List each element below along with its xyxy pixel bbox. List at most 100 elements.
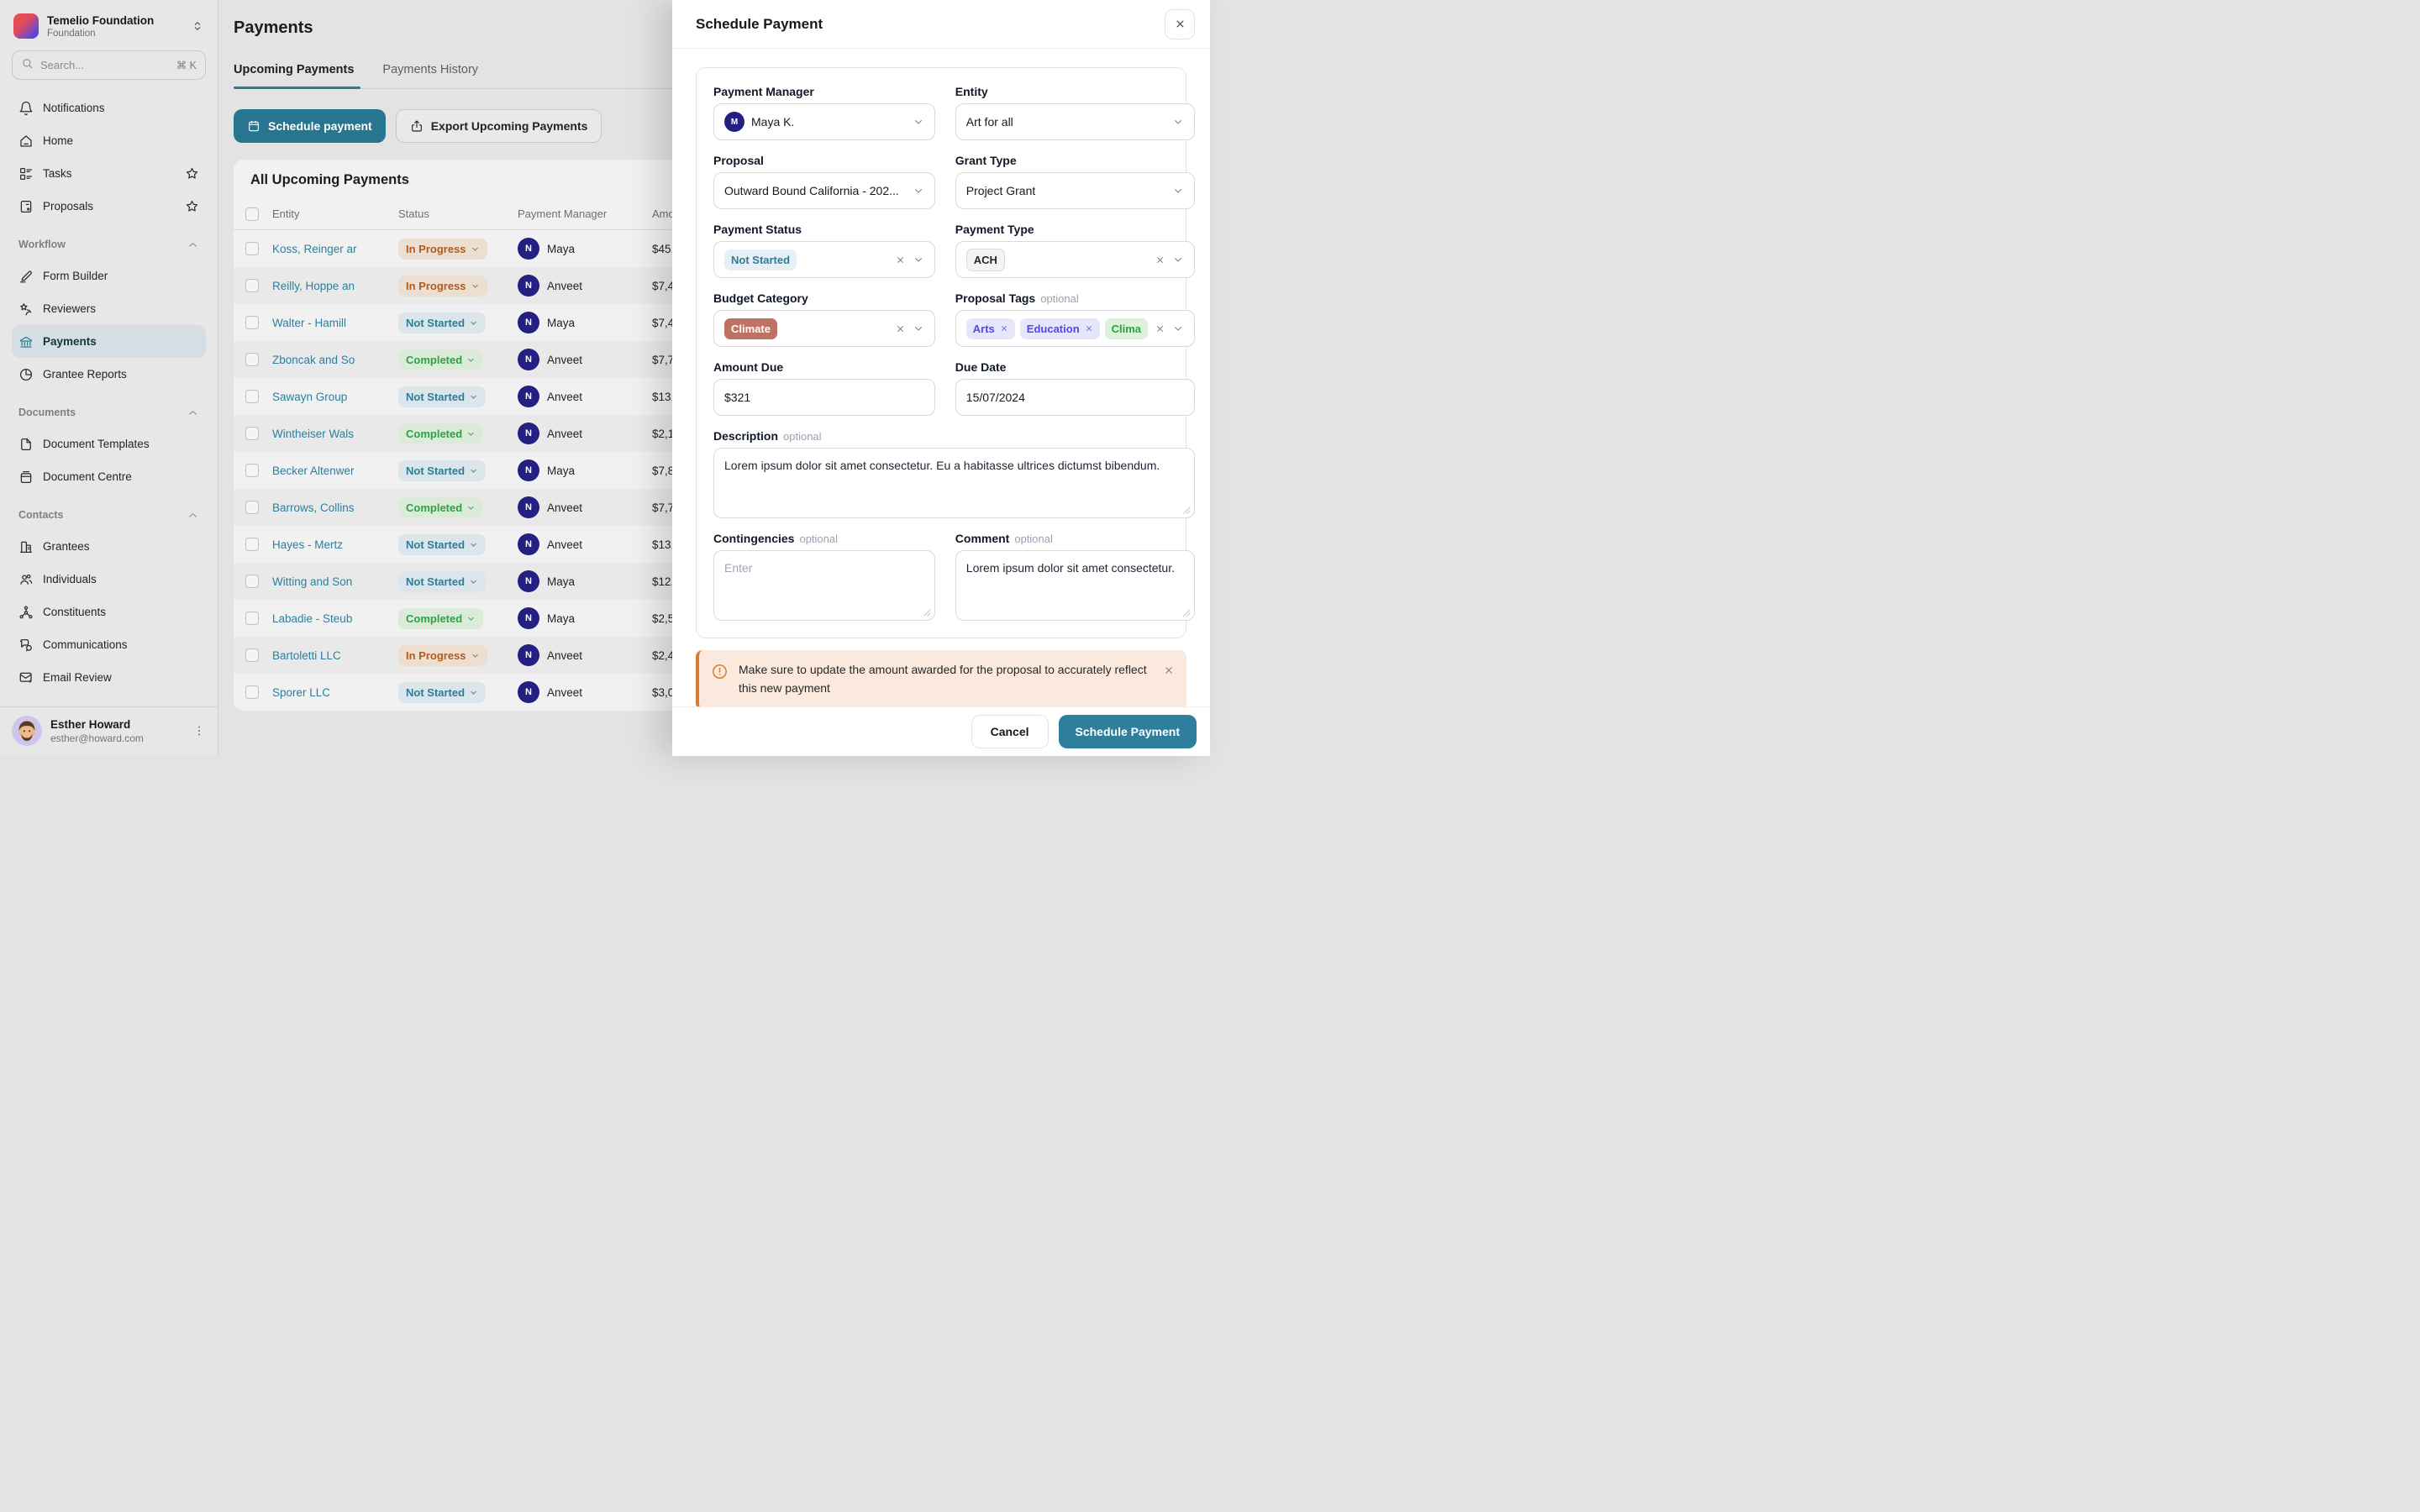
status-dropdown[interactable]: Not Started [398,312,486,333]
resize-handle-icon[interactable] [1182,608,1191,617]
section-workflow[interactable]: Workflow [12,229,206,260]
sidebar-item-reviewers[interactable]: Reviewers [12,292,206,325]
entity-select[interactable]: Art for all [955,103,1195,140]
remove-tag-icon[interactable] [1085,324,1093,333]
org-switcher-chevrons-icon[interactable] [191,19,204,33]
entity-link[interactable]: Witting and Son [272,575,352,588]
sidebar-item-payments[interactable]: Payments [12,325,206,358]
sidebar-item-document-templates[interactable]: Document Templates [12,428,206,460]
row-checkbox[interactable] [245,501,259,514]
sidebar-item-home[interactable]: Home [12,124,206,157]
schedule-payment-button[interactable]: Schedule payment [234,109,386,143]
sidebar-item-communications[interactable]: Communications [12,628,206,661]
sidebar-item-email-review[interactable]: Email Review [12,661,206,694]
sidebar-item-grantee-reports[interactable]: Grantee Reports [12,358,206,391]
comment-textarea[interactable]: Lorem ipsum dolor sit amet consectetur. [955,550,1195,621]
row-checkbox[interactable] [245,427,259,440]
budget-category-select[interactable]: Climate [713,310,935,347]
org-switcher[interactable]: Temelio Foundation Foundation [12,12,206,40]
dismiss-warning-icon[interactable] [1163,664,1175,680]
row-checkbox[interactable] [245,242,259,255]
export-upcoming-payments-button[interactable]: Export Upcoming Payments [396,109,602,143]
manager-name: Anveet [547,280,582,292]
row-checkbox[interactable] [245,316,259,329]
clear-icon[interactable] [895,323,906,334]
proposal-select[interactable]: Outward Bound California - 202... [713,172,935,209]
user-name: Esther Howard [50,718,184,731]
resize-handle-icon[interactable] [1182,506,1191,514]
more-menu-icon[interactable] [192,724,206,738]
status-dropdown[interactable]: In Progress [398,276,487,297]
sidebar-item-document-centre[interactable]: Document Centre [12,460,206,493]
status-dropdown[interactable]: In Progress [398,645,487,666]
close-button[interactable] [1165,9,1195,39]
entity-link[interactable]: Wintheiser Wals [272,428,354,440]
entity-link[interactable]: Reilly, Hoppe an [272,280,355,292]
row-checkbox[interactable] [245,575,259,588]
entity-link[interactable]: Koss, Reinger ar [272,243,357,255]
status-dropdown[interactable]: Not Started [398,386,486,407]
sidebar-item-grantees[interactable]: Grantees [12,530,206,563]
payment-type-select[interactable]: ACH [955,241,1195,278]
section-documents[interactable]: Documents [12,397,206,428]
entity-link[interactable]: Hayes - Mertz [272,538,343,551]
entity-link[interactable]: Sawayn Group [272,391,347,403]
row-checkbox[interactable] [245,648,259,662]
row-checkbox[interactable] [245,685,259,699]
favorite-star-icon[interactable] [185,166,199,181]
status-dropdown[interactable]: Not Started [398,571,486,592]
proposal-tags-select[interactable]: Arts Education Clima [955,310,1195,347]
sidebar-item-constituents[interactable]: Constituents [12,596,206,628]
contingencies-textarea[interactable] [713,550,935,621]
submit-schedule-payment-button[interactable]: Schedule Payment [1059,715,1197,748]
due-date-input[interactable] [955,379,1195,416]
payment-status-select[interactable]: Not Started [713,241,935,278]
schedule-payment-panel: Schedule Payment Payment Manager M Maya … [672,0,1210,756]
row-checkbox[interactable] [245,464,259,477]
clear-icon[interactable] [1155,255,1165,265]
remove-tag-icon[interactable] [1000,324,1008,333]
entity-link[interactable]: Barrows, Collins [272,501,355,514]
status-dropdown[interactable]: Completed [398,423,483,444]
row-checkbox[interactable] [245,390,259,403]
entity-link[interactable]: Zboncak and So [272,354,355,366]
status-dropdown[interactable]: Not Started [398,682,486,703]
row-checkbox[interactable] [245,612,259,625]
chevron-down-icon [913,323,924,334]
cancel-button[interactable]: Cancel [971,715,1049,748]
status-dropdown[interactable]: In Progress [398,239,487,260]
sidebar-item-tasks[interactable]: Tasks [12,157,206,190]
status-dropdown[interactable]: Completed [398,497,483,518]
amount-due-input[interactable] [713,379,935,416]
payment-manager-select[interactable]: M Maya K. [713,103,935,140]
status-dropdown[interactable]: Not Started [398,534,486,555]
row-checkbox[interactable] [245,538,259,551]
entity-link[interactable]: Walter - Hamill [272,317,346,329]
sidebar-item-form-builder[interactable]: Form Builder [12,260,206,292]
sidebar-item-notifications[interactable]: Notifications [12,92,206,124]
sidebar-item-proposals[interactable]: Proposals [12,190,206,223]
section-contacts[interactable]: Contacts [12,500,206,530]
description-textarea[interactable]: Lorem ipsum dolor sit amet consectetur. … [713,448,1195,518]
entity-link[interactable]: Bartoletti LLC [272,649,341,662]
search-input[interactable]: Search... ⌘ K [12,50,206,80]
tab-payments-history[interactable]: Payments History [382,63,485,88]
status-dropdown[interactable]: Completed [398,608,483,629]
entity-link[interactable]: Labadie - Steub [272,612,352,625]
clear-icon[interactable] [1155,323,1165,334]
row-checkbox[interactable] [245,279,259,292]
row-checkbox[interactable] [245,353,259,366]
grant-type-select[interactable]: Project Grant [955,172,1195,209]
sidebar-item-individuals[interactable]: Individuals [12,563,206,596]
status-dropdown[interactable]: Not Started [398,460,486,481]
entity-link[interactable]: Becker Altenwer [272,465,355,477]
clear-icon[interactable] [895,255,906,265]
favorite-star-icon[interactable] [185,199,199,213]
entity-link[interactable]: Sporer LLC [272,686,330,699]
manager-avatar: N [518,423,539,444]
tab-upcoming-payments[interactable]: Upcoming Payments [234,63,360,88]
status-dropdown[interactable]: Completed [398,349,483,370]
select-all-checkbox[interactable] [245,207,259,221]
sidebar: Temelio Foundation Foundation Search... … [0,0,218,756]
resize-handle-icon[interactable] [923,608,931,617]
